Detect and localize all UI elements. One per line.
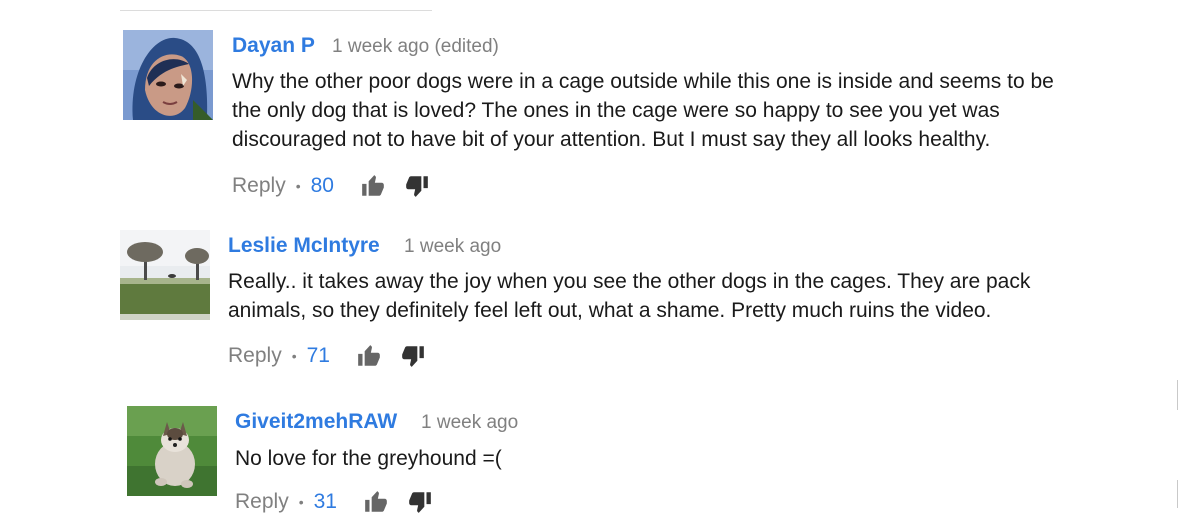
comment-author[interactable]: Leslie McIntyre [228, 234, 380, 258]
comment-actions: Reply • 80 [232, 171, 448, 201]
comment-text: Why the other poor dogs were in a cage o… [232, 70, 1054, 151]
thumbs-up-icon[interactable] [356, 343, 382, 369]
like-count: 31 [313, 490, 337, 513]
avatar[interactable] [120, 230, 210, 320]
thumbs-up-icon[interactable] [363, 489, 389, 515]
comment-timestamp[interactable]: 1 week ago (edited) [332, 36, 499, 58]
separator-dot: • [291, 348, 297, 364]
comment: Giveit2mehRAW 1 week ago No love for the… [0, 396, 1200, 530]
thumbs-down-icon[interactable] [407, 489, 433, 515]
separator-dot: • [298, 494, 304, 510]
thumbs-down-icon[interactable] [404, 173, 430, 199]
comment: Leslie McIntyre 1 week ago Really.. it t… [0, 220, 1200, 370]
comment: Dayan P 1 week ago (edited) Why the othe… [0, 0, 1200, 210]
reply-button[interactable]: Reply [228, 344, 282, 368]
like-count: 71 [306, 344, 330, 367]
thumbs-down-icon[interactable] [400, 343, 426, 369]
separator-dot: • [295, 178, 301, 194]
avatar[interactable] [127, 406, 217, 496]
comment-timestamp[interactable]: 1 week ago [421, 412, 518, 434]
comment-author[interactable]: Giveit2mehRAW [235, 410, 397, 434]
avatar[interactable] [123, 30, 213, 120]
like-count: 80 [310, 174, 334, 197]
comment-author[interactable]: Dayan P [232, 34, 315, 58]
comment-text: Really.. it takes away the joy when you … [228, 270, 1031, 322]
comment-timestamp[interactable]: 1 week ago [404, 236, 501, 258]
reply-button[interactable]: Reply [235, 490, 289, 514]
reply-button[interactable]: Reply [232, 174, 286, 198]
comment-text: No love for the greyhound =( [235, 447, 502, 470]
comment-actions: Reply • 71 [228, 341, 444, 371]
thumbs-up-icon[interactable] [360, 173, 386, 199]
comment-actions: Reply • 31 [235, 487, 451, 517]
